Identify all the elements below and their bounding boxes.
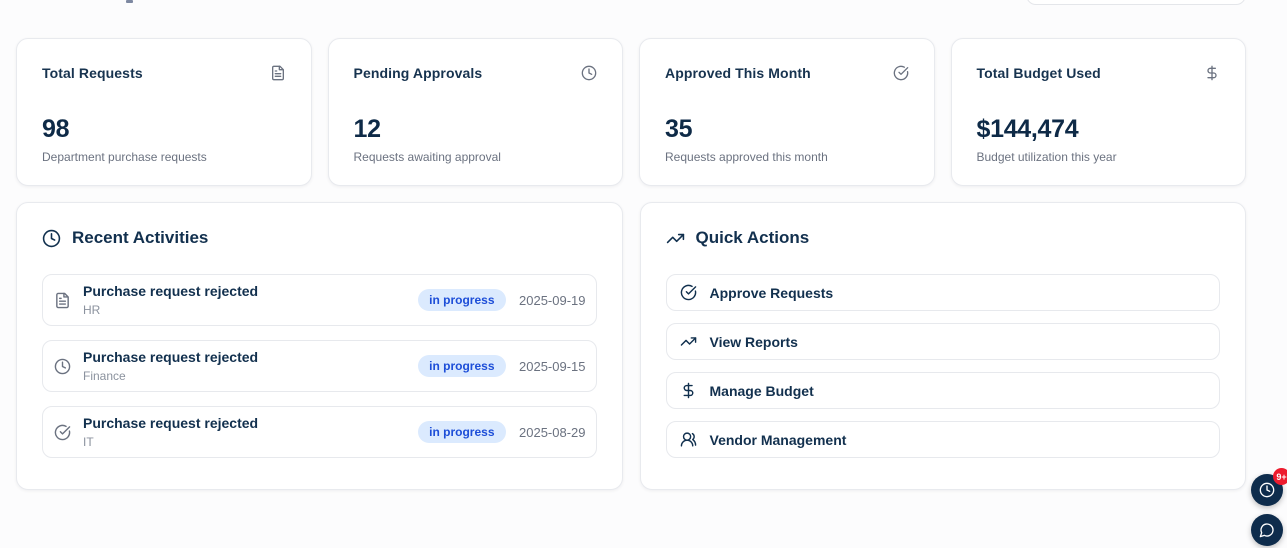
activity-text: Purchase request rejected Finance	[83, 349, 418, 383]
quick-action-label: Manage Budget	[709, 382, 814, 399]
section-title: Quick Actions	[695, 228, 810, 247]
quick-actions-list: Approve Requests View Reports Manage Bud…	[665, 274, 1220, 458]
activity-date: 2025-08-29	[519, 424, 586, 440]
trending-up-icon	[680, 333, 697, 350]
clock-icon	[1259, 482, 1275, 498]
check-circle-icon	[680, 284, 697, 301]
stat-card-title: Approved This Month	[665, 65, 811, 81]
stat-card-total-budget-used: Total Budget Used $144,474 Budget utiliz…	[950, 38, 1246, 186]
check-circle-icon	[54, 424, 71, 441]
bottom-row: Recent Activities Purchase request rejec…	[16, 202, 1246, 490]
clock-icon	[42, 229, 61, 248]
notifications-fab[interactable]: 9+	[1251, 468, 1287, 506]
cropped-text-fragment	[126, 0, 133, 3]
stat-card-subtitle: Budget utilization this year	[976, 150, 1117, 164]
chat-fab[interactable]	[1251, 514, 1283, 546]
quick-action-label: Vendor Management	[709, 431, 847, 448]
users-icon	[680, 431, 697, 448]
stat-card-header: Pending Approvals	[354, 65, 598, 81]
check-circle-icon	[893, 65, 909, 81]
activity-text: Purchase request rejected HR	[83, 283, 418, 317]
status-badge: in progress	[418, 421, 506, 443]
section-title: Recent Activities	[72, 228, 209, 247]
stat-card-total-requests: Total Requests 98 Department purchase re…	[16, 38, 312, 186]
stat-card-value: $144,474	[976, 115, 1079, 143]
activity-item: Purchase request rejected Finance in pro…	[42, 340, 597, 392]
dollar-icon	[680, 382, 697, 399]
activity-title: Purchase request rejected	[83, 283, 259, 300]
status-badge: in progress	[418, 289, 506, 311]
notification-count-badge: 9+	[1273, 468, 1287, 485]
quick-action-label: Approve Requests	[709, 284, 834, 301]
dollar-icon	[1204, 65, 1220, 81]
stat-card-title: Pending Approvals	[353, 65, 483, 81]
stat-card-pending-approvals: Pending Approvals 12 Requests awaiting a…	[327, 38, 623, 186]
activity-text: Purchase request rejected IT	[83, 415, 418, 449]
recent-activities-header: Recent Activities	[42, 228, 597, 248]
activity-department: HR	[83, 302, 101, 317]
file-text-icon	[54, 292, 71, 309]
activity-title: Purchase request rejected	[83, 415, 259, 432]
quick-actions-card: Quick Actions Approve Requests View Repo…	[639, 202, 1246, 490]
view-reports-button[interactable]: View Reports	[665, 323, 1220, 360]
activity-item: Purchase request rejected IT in progress…	[42, 406, 597, 458]
recent-activities-card: Recent Activities Purchase request rejec…	[16, 202, 623, 490]
manage-budget-button[interactable]: Manage Budget	[665, 372, 1220, 409]
activity-list: Purchase request rejected HR in progress…	[42, 274, 597, 458]
vendor-management-button[interactable]: Vendor Management	[665, 421, 1220, 458]
message-circle-icon	[1259, 522, 1275, 538]
stat-card-subtitle: Requests approved this month	[665, 150, 828, 164]
file-text-icon	[270, 65, 286, 81]
trending-up-icon	[666, 229, 685, 248]
activity-department: Finance	[83, 368, 126, 383]
stat-card-subtitle: Requests awaiting approval	[353, 150, 501, 164]
stat-card-header: Total Requests	[42, 65, 286, 81]
top-partial-control[interactable]	[1026, 0, 1246, 5]
stat-card-value: 98	[42, 115, 70, 143]
status-badge: in progress	[418, 355, 506, 377]
quick-action-label: View Reports	[709, 333, 798, 350]
stat-card-title: Total Budget Used	[976, 65, 1101, 81]
stat-card-value: 35	[665, 115, 693, 143]
stats-row: Total Requests 98 Department purchase re…	[16, 38, 1246, 186]
activity-item: Purchase request rejected HR in progress…	[42, 274, 597, 326]
stat-card-header: Total Budget Used	[977, 65, 1221, 81]
stat-card-title: Total Requests	[42, 65, 143, 81]
activity-date: 2025-09-19	[519, 292, 586, 308]
stat-card-subtitle: Department purchase requests	[42, 150, 207, 164]
stat-card-value: 12	[353, 115, 382, 143]
stat-card-header: Approved This Month	[665, 65, 909, 81]
clock-icon	[54, 358, 71, 375]
approve-requests-button[interactable]: Approve Requests	[665, 274, 1220, 311]
stat-card-approved-this-month: Approved This Month 35 Requests approved…	[639, 38, 935, 186]
activity-date: 2025-09-15	[519, 358, 586, 374]
activity-title: Purchase request rejected	[83, 349, 259, 366]
clock-icon	[581, 65, 597, 81]
quick-actions-header: Quick Actions	[666, 228, 1221, 248]
activity-department: IT	[83, 434, 94, 449]
